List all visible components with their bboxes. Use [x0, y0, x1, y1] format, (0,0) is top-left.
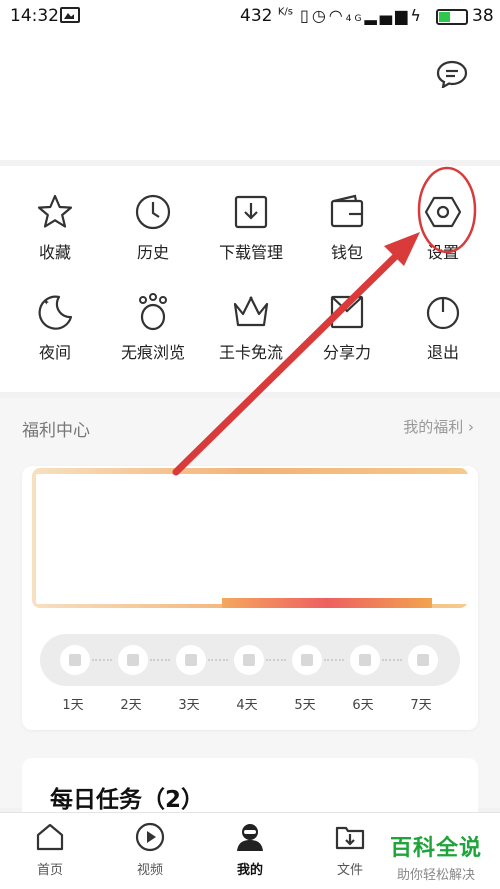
welfare-banner[interactable] [32, 468, 468, 608]
star-icon [37, 194, 73, 228]
moon-icon: ✦ [38, 295, 73, 330]
grid-item-label: 王卡免流 [218, 343, 283, 362]
grid-item-label: 分享力 [322, 343, 371, 362]
paw-icon [139, 293, 167, 331]
my-welfare-link[interactable]: 我的福利 › [403, 416, 474, 437]
home-icon [36, 823, 64, 851]
charging-icon: ϟ [410, 6, 424, 25]
nav-label: 视频 [136, 863, 163, 878]
signal-icon: 4G [345, 14, 365, 24]
grid-item-data-free[interactable]: 王卡免流 [206, 292, 296, 382]
grid-item-history[interactable]: 历史 [108, 192, 198, 282]
welfare-title: 福利中心 [22, 421, 90, 441]
settings-hexagon-icon [424, 196, 462, 228]
svg-text:✦: ✦ [43, 298, 50, 307]
checkin-gift-icon[interactable] [234, 645, 264, 675]
file-download-icon [335, 826, 365, 850]
grid-item-wallet[interactable]: 钱包 [302, 192, 392, 282]
status-time: 14:32 [10, 6, 59, 26]
nav-home[interactable]: 首页 [10, 821, 90, 881]
download-icon [234, 195, 268, 229]
status-bar: 14:32 432 K/s ▯◷◠4G▂▄▆ϟ 38 [0, 0, 500, 34]
watermark-brand: 百科全说 [389, 836, 482, 861]
signal-bars-icon: ▂▄▆ [364, 6, 411, 25]
wifi-icon: ◠ [328, 6, 346, 25]
grid-item-label: 下载管理 [218, 243, 283, 262]
nav-video[interactable]: 视频 [110, 821, 190, 881]
grid-item-label: 收藏 [38, 243, 71, 262]
grid-item-incognito[interactable]: 无痕浏览 [108, 292, 198, 382]
grid-item-logout[interactable]: 退出 [398, 292, 488, 382]
checkin-day-label: 6天 [352, 698, 374, 713]
wallet-icon [330, 194, 364, 228]
checkin-day-label: 3天 [178, 698, 200, 713]
checkin-track [40, 634, 460, 686]
grid-item-downloads[interactable]: 下载管理 [206, 192, 296, 282]
power-icon [426, 296, 460, 330]
grid-item-settings[interactable]: 设置 [398, 192, 488, 282]
nav-mine[interactable]: 我的 [210, 821, 290, 881]
battery-icon [436, 9, 468, 25]
grid-item-share[interactable]: 分享力 [302, 292, 392, 382]
watermark: 百科全说 助你轻松解决 [376, 830, 496, 883]
watermark-slogan: 助你轻松解决 [396, 868, 475, 883]
nav-label: 首页 [36, 863, 63, 878]
checkin-gift-icon[interactable] [118, 645, 148, 675]
battery-level: 38 [472, 6, 494, 26]
daily-tasks-title: 每日任务（2） [50, 787, 205, 813]
function-grid: 收藏 历史 下载管理 钱包 设置 ✦ 夜间 无痕浏览 王卡免流 分享力 退出 [0, 166, 500, 392]
grid-item-label: 无痕浏览 [120, 343, 185, 362]
alarm-icon: ◷ [311, 6, 329, 25]
grid-item-night-mode[interactable]: ✦ 夜间 [10, 292, 100, 382]
checkin-day-label: 4天 [236, 698, 258, 713]
vibrate-icon: ▯ [300, 6, 312, 25]
grid-item-favorites[interactable]: 收藏 [10, 192, 100, 282]
grid-item-label: 退出 [426, 343, 459, 362]
share-envelope-icon [330, 295, 364, 329]
crown-icon [233, 296, 269, 327]
grid-item-label: 设置 [426, 243, 459, 262]
network-speed: 432 K/s [240, 6, 293, 26]
checkin-day-label: 1天 [62, 698, 84, 713]
checkin-card: 1天 2天 3天 4天 5天 6天 7天 [22, 466, 478, 730]
image-notification-icon [60, 7, 80, 23]
nav-label: 我的 [236, 863, 263, 878]
grid-item-label: 钱包 [330, 243, 363, 262]
profile-header [0, 34, 500, 160]
clock-icon [135, 194, 171, 230]
grid-item-label: 夜间 [38, 343, 71, 362]
grid-item-label: 历史 [136, 243, 169, 262]
checkin-day-label: 5天 [294, 698, 316, 713]
checkin-gift-icon[interactable] [176, 645, 206, 675]
checkin-day-label: 7天 [410, 698, 432, 713]
checkin-gift-icon[interactable] [350, 645, 380, 675]
checkin-gift-icon[interactable] [408, 645, 438, 675]
checkin-gift-icon[interactable] [60, 645, 90, 675]
chat-bubble-icon[interactable] [436, 60, 468, 88]
daily-tasks-card: 每日任务（2） [22, 758, 478, 818]
profile-icon [237, 824, 263, 851]
status-icons: ▯◷◠4G▂▄▆ϟ [300, 6, 424, 25]
checkin-gift-icon[interactable] [292, 645, 322, 675]
play-icon [135, 822, 165, 852]
checkin-day-label: 2天 [120, 698, 142, 713]
